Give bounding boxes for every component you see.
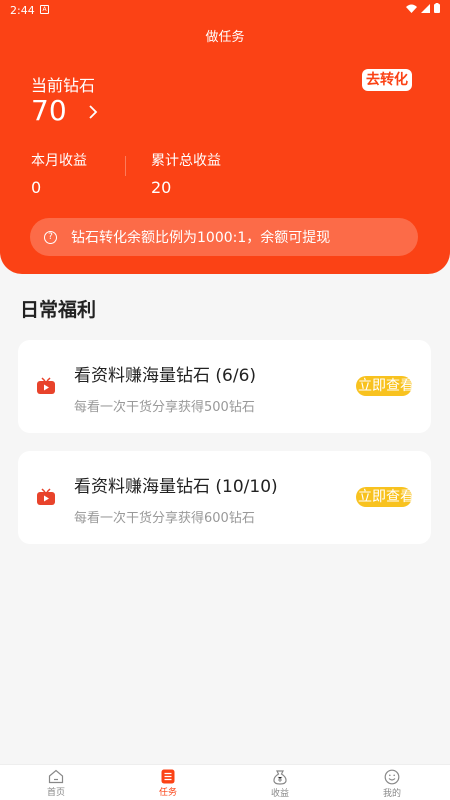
- chevron-right-icon[interactable]: [88, 101, 98, 125]
- task-card[interactable]: 看资料赚海量钻石 (10/10) 每看一次干货分享获得600钻石 立即查看: [18, 451, 431, 544]
- view-now-button[interactable]: 立即查看: [356, 376, 412, 396]
- page-title: 做任务: [205, 30, 245, 45]
- header-panel: 2:44 A 做任务 当前钻石 70 去转化 本月收益 0 累计总收益 20 ?…: [0, 0, 450, 274]
- tab-profile[interactable]: 我的: [362, 769, 422, 799]
- task-description: 每看一次干货分享获得600钻石: [74, 511, 255, 526]
- wifi-icon: [406, 4, 417, 13]
- task-card[interactable]: 看资料赚海量钻石 (6/6) 每看一次干货分享获得500钻石 立即查看: [18, 340, 431, 433]
- month-earnings-label: 本月收益: [31, 153, 87, 169]
- status-icons: [406, 3, 440, 13]
- task-description: 每看一次干货分享获得500钻石: [74, 400, 255, 415]
- notice-text: 钻石转化余额比例为1000:1，余额可提现: [71, 230, 331, 246]
- total-earnings-label: 累计总收益: [151, 153, 221, 169]
- tab-home[interactable]: 首页: [26, 769, 86, 798]
- tab-earnings[interactable]: 收益: [250, 769, 310, 799]
- task-title: 看资料赚海量钻石 (6/6): [74, 366, 257, 386]
- battery-icon: [434, 3, 440, 13]
- home-icon: [48, 769, 64, 784]
- notification-icon: A: [40, 5, 49, 14]
- month-earnings-value: 0: [31, 178, 42, 197]
- view-now-button[interactable]: 立即查看: [356, 487, 412, 507]
- status-time: 2:44: [10, 4, 35, 17]
- total-earnings-value: 20: [151, 178, 172, 197]
- tab-label: 首页: [46, 788, 65, 798]
- tab-tasks[interactable]: 任务: [138, 769, 198, 798]
- video-play-icon: [37, 488, 55, 505]
- smile-face-icon: [384, 769, 400, 785]
- signal-icon: [421, 3, 430, 13]
- money-bag-icon: [273, 770, 287, 785]
- convert-button[interactable]: 去转化: [362, 69, 412, 91]
- tab-label: 任务: [158, 788, 177, 798]
- bottom-tab-bar: 首页 任务 收益 我的: [0, 764, 450, 800]
- tab-label: 收益: [270, 789, 289, 799]
- section-title: 日常福利: [20, 299, 97, 321]
- divider: [125, 156, 126, 176]
- status-bar: 2:44 A: [0, 0, 450, 22]
- diamond-value[interactable]: 70: [31, 94, 67, 127]
- task-title: 看资料赚海量钻石 (10/10): [74, 477, 278, 497]
- video-play-icon: [37, 377, 55, 394]
- task-list-icon: [161, 769, 175, 784]
- tab-label: 我的: [382, 789, 401, 799]
- conversion-notice: ? 钻石转化余额比例为1000:1，余额可提现: [30, 218, 418, 256]
- question-icon: ?: [44, 230, 57, 244]
- diamond-label: 当前钻石: [31, 76, 96, 95]
